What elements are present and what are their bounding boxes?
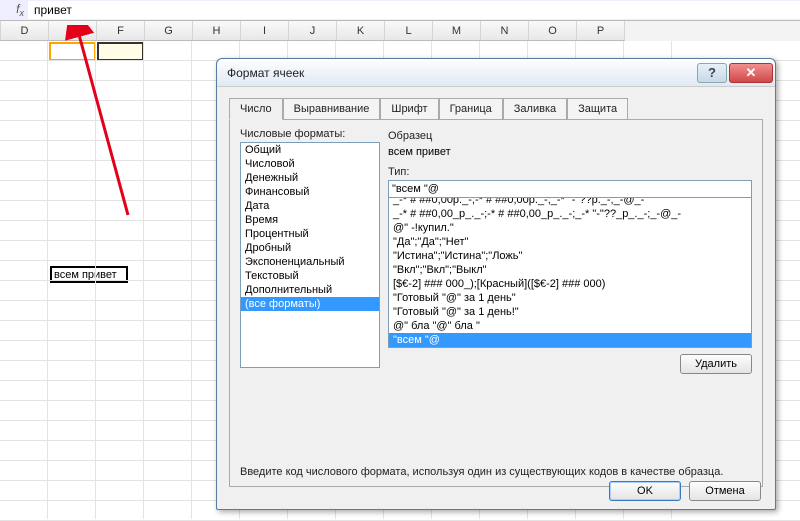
delete-button[interactable]: Удалить: [680, 354, 752, 374]
category-item[interactable]: Дробный: [241, 241, 379, 255]
category-item[interactable]: Время: [241, 213, 379, 227]
type-label: Тип:: [388, 166, 752, 178]
sample-value: всем привет: [388, 146, 752, 158]
column-header-I[interactable]: I: [241, 21, 289, 41]
format-cells-dialog: Формат ячеек ? ✕ ЧислоВыравниваниеШрифтГ…: [216, 58, 776, 510]
column-header-J[interactable]: J: [289, 21, 337, 41]
category-item[interactable]: Экспоненциальный: [241, 255, 379, 269]
category-item[interactable]: Текстовый: [241, 269, 379, 283]
format-item[interactable]: @" бла "@" бла ": [389, 319, 751, 333]
category-item[interactable]: Дополнительный: [241, 283, 379, 297]
column-header-H[interactable]: H: [193, 21, 241, 41]
column-header-O[interactable]: O: [529, 21, 577, 41]
format-item[interactable]: "Готовый "@" за 1 день": [389, 291, 751, 305]
column-header-E[interactable]: E: [49, 21, 97, 41]
column-header-K[interactable]: K: [337, 21, 385, 41]
column-header-G[interactable]: G: [145, 21, 193, 41]
category-item[interactable]: Финансовый: [241, 185, 379, 199]
column-header-F[interactable]: F: [97, 21, 145, 41]
tab-3[interactable]: Граница: [439, 98, 503, 120]
category-item[interactable]: Числовой: [241, 157, 379, 171]
fx-icon[interactable]: [0, 2, 28, 18]
categories-list[interactable]: ОбщийЧисловойДенежныйФинансовыйДатаВремя…: [240, 142, 380, 368]
format-item[interactable]: @" -!купил.": [389, 221, 751, 235]
format-item[interactable]: "всем "@: [389, 333, 751, 347]
format-item[interactable]: _-* # ##0,00_р_._-;-* # ##0,00_р_._-;_-*…: [389, 207, 751, 221]
tab-0[interactable]: Число: [229, 98, 283, 120]
format-item[interactable]: "Истина";"Истина";"Ложь": [389, 249, 751, 263]
formula-bar: [0, 0, 800, 21]
format-item[interactable]: [$€-2] ### 000_);[Красный]([$€-2] ### 00…: [389, 277, 751, 291]
formats-list[interactable]: _-* # ##0,00р._-;-* # ##0,00р._-;_-* "-"…: [388, 198, 752, 348]
sample-label: Образец: [388, 130, 752, 142]
help-button[interactable]: ?: [697, 63, 727, 83]
format-item[interactable]: "Вкл";"Вкл";"Выкл": [389, 263, 751, 277]
format-item[interactable]: "Готовый "@" за 1 день!": [389, 305, 751, 319]
category-item[interactable]: (все форматы): [241, 297, 379, 311]
column-header-M[interactable]: M: [433, 21, 481, 41]
column-header-N[interactable]: N: [481, 21, 529, 41]
format-item[interactable]: _-* # ##0,00р._-;-* # ##0,00р._-;_-* "-"…: [389, 198, 751, 207]
tab-4[interactable]: Заливка: [503, 98, 567, 120]
tab-2[interactable]: Шрифт: [380, 98, 438, 120]
tab-1[interactable]: Выравнивание: [283, 98, 381, 120]
hint-text: Введите код числового формата, используя…: [240, 466, 723, 478]
format-item[interactable]: "Да";"Да";"Нет": [389, 235, 751, 249]
column-header-P[interactable]: P: [577, 21, 625, 41]
categories-label: Числовые форматы:: [240, 128, 380, 140]
category-item[interactable]: Общий: [241, 143, 379, 157]
dialog-tabs: ЧислоВыравниваниеШрифтГраницаЗаливкаЗащи…: [217, 87, 775, 119]
dialog-titlebar[interactable]: Формат ячеек ? ✕: [217, 59, 775, 87]
column-header-L[interactable]: L: [385, 21, 433, 41]
category-item[interactable]: Денежный: [241, 171, 379, 185]
category-item[interactable]: Процентный: [241, 227, 379, 241]
tab-5[interactable]: Защита: [567, 98, 628, 120]
formula-input[interactable]: [28, 1, 800, 19]
close-button[interactable]: ✕: [729, 63, 773, 83]
column-header-D[interactable]: D: [1, 21, 49, 41]
ok-button[interactable]: OK: [609, 481, 681, 501]
dialog-title: Формат ячеек: [227, 66, 695, 80]
type-input[interactable]: [388, 180, 752, 198]
column-headers: DEFGHIJKLMNOP: [0, 21, 800, 41]
category-item[interactable]: Дата: [241, 199, 379, 213]
cancel-button[interactable]: Отмена: [689, 481, 761, 501]
